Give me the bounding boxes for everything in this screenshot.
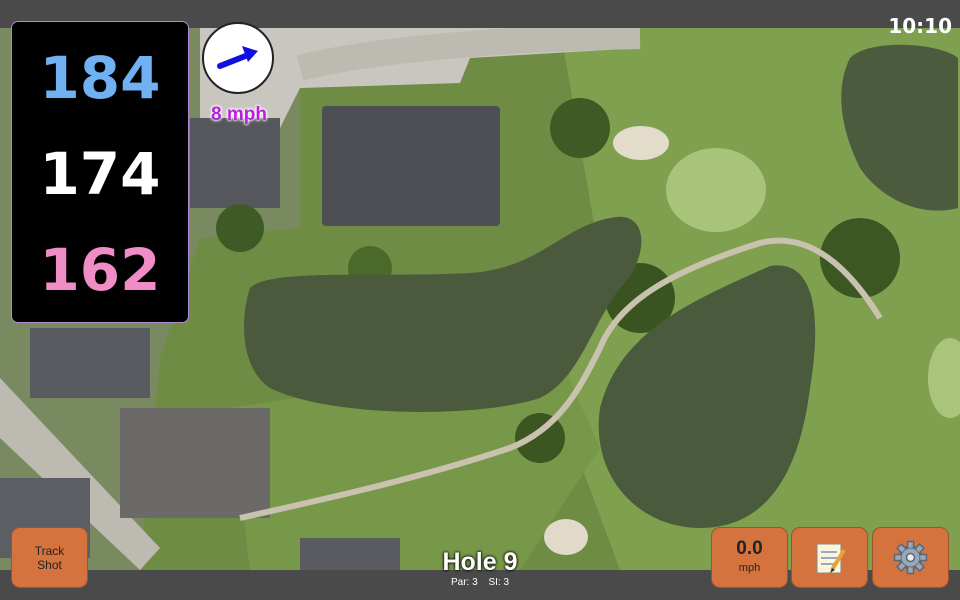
shot-speed-button[interactable]: 0.0 mph xyxy=(712,528,787,587)
distance-panel: 184 174 162 xyxy=(12,22,188,322)
status-clock: 10:10 xyxy=(888,14,952,38)
notepad-icon xyxy=(816,543,846,574)
gear-icon xyxy=(893,540,928,575)
track-shot-button[interactable]: Track Shot xyxy=(12,528,87,587)
wind-direction-indicator xyxy=(202,22,274,94)
track-shot-label-line2: Shot xyxy=(37,558,62,572)
hole-par: Par: 3 xyxy=(450,577,478,588)
distance-back: 184 xyxy=(39,44,161,112)
wind-arrow-icon xyxy=(217,46,258,69)
wind-speed-label: 8 mph xyxy=(211,104,267,125)
distance-middle: 174 xyxy=(39,140,161,208)
track-shot-label-line1: Track xyxy=(34,544,65,558)
distance-front: 162 xyxy=(39,236,161,304)
hole-details: Par: 3 SI: 3 xyxy=(380,577,580,588)
hole-stroke-index: SI: 3 xyxy=(488,577,510,588)
speed-value: 0.0 xyxy=(736,538,763,559)
notes-button[interactable] xyxy=(792,528,867,587)
settings-button[interactable] xyxy=(873,528,948,587)
hole-title: Hole 9 xyxy=(442,548,518,576)
speed-unit: mph xyxy=(738,562,761,574)
